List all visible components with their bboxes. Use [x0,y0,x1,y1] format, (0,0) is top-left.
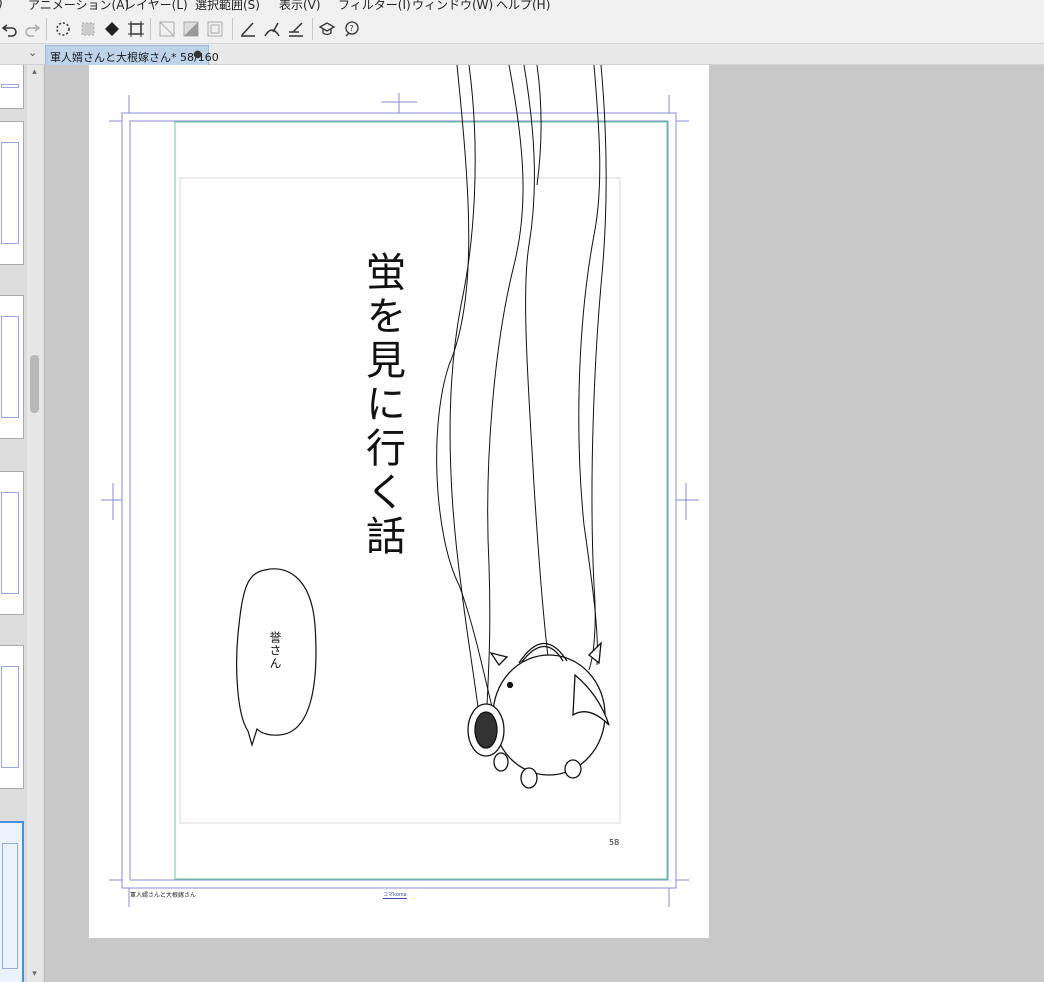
toolbar-separator [46,18,47,40]
scroll-down-icon[interactable]: ▾ [27,967,42,982]
clear-icon[interactable] [157,19,177,39]
ruler-draw-icon[interactable] [238,19,258,39]
toolbar-separator [312,18,313,40]
deselect-icon[interactable] [78,19,98,39]
page-number: 58 [609,838,620,847]
menu-item-help[interactable]: ヘルプ(H) [496,0,550,13]
document-tab[interactable]: 軍人婿さんと大根嫁さん* 58/160 ● [45,45,219,65]
canvas-area[interactable]: 蛍を見に行く話 誉さん 58 軍人婿さんと大根嫁さん コマkoma [45,65,1044,982]
transform-icon[interactable] [126,19,146,39]
menu-item-animation[interactable]: アニメーション(A) [28,0,129,13]
menu-item-window[interactable]: ウィンドウ(W) [412,0,493,13]
page-thumbnail-active[interactable] [0,821,24,982]
toolbar: ? [0,14,1044,44]
app-window: ) アニメーション(A) レイヤー(L) 選択範囲(S) 表示(V) フィルター… [0,0,1044,982]
menu-item-view[interactable]: 表示(V) [279,0,321,13]
undo-icon[interactable] [0,19,20,39]
fill-icon[interactable] [102,19,122,39]
toolbar-separator [150,18,151,40]
frame-icon[interactable] [205,19,225,39]
page-thumbnail[interactable] [0,65,24,109]
page-thumbnail[interactable] [0,295,24,439]
page-thumbnail-strip: ▴ ▾ [0,65,45,982]
select-all-icon[interactable] [53,19,73,39]
menu-item-filter[interactable]: フィルター(I) [338,0,411,13]
settings-icon[interactable] [317,19,337,39]
ruler-curve-icon[interactable] [262,19,282,39]
help-icon[interactable]: ? [341,19,361,39]
page-thumbnail[interactable] [0,471,24,615]
modified-indicator-icon: ● [193,49,202,60]
redo-icon[interactable] [22,19,42,39]
svg-text:?: ? [350,24,354,33]
menu-item-layer[interactable]: レイヤー(L) [124,0,188,13]
scroll-up-icon[interactable]: ▴ [27,65,42,80]
ruler-edit-icon[interactable] [286,19,306,39]
tab-list-chevron-icon[interactable]: ⌄ [28,46,37,59]
menu-item-selection[interactable]: 選択範囲(S) [195,0,260,13]
scroll-thumb[interactable] [30,355,39,413]
manga-page[interactable]: 蛍を見に行く話 誉さん 58 軍人婿さんと大根嫁さん コマkoma [89,65,709,938]
speech-bubble-text: 誉さん [268,631,282,670]
page-thumbnail[interactable] [0,121,24,265]
footer-center-label: コマkoma [383,892,407,899]
clear-outside-icon[interactable] [181,19,201,39]
menu-bar: ) アニメーション(A) レイヤー(L) 選択範囲(S) 表示(V) フィルター… [0,0,1044,14]
toolbar-separator [232,18,233,40]
page-strip-scrollbar[interactable]: ▴ ▾ [27,65,42,982]
menu-item-prev[interactable]: ) [0,0,3,10]
footer-book-title: 軍人婿さんと大根嫁さん [130,892,197,899]
page-thumbnail[interactable] [0,645,24,789]
document-tab-bar: ⌄ 軍人婿さんと大根嫁さん* 58/160 ● [0,44,1044,65]
page-title: 蛍を見に行く話 [359,251,405,559]
